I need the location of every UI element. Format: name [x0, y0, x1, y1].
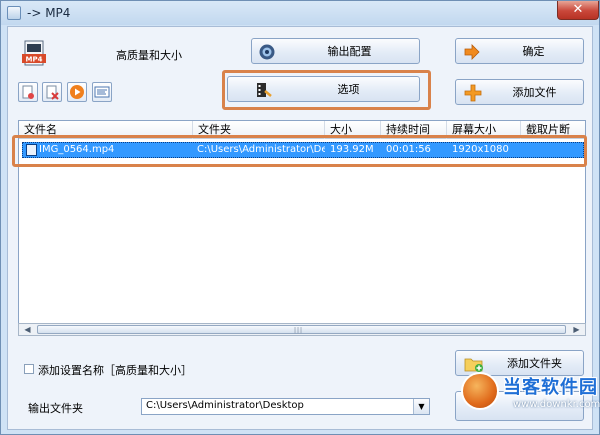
mp4-file-icon: MP4 — [22, 40, 46, 66]
horizontal-scrollbar[interactable]: ◀ ||| ▶ — [18, 323, 586, 336]
ok-label: 确定 — [522, 45, 545, 58]
ok-button[interactable]: 确定 — [455, 38, 584, 64]
watermark-url: www.downkr.com — [513, 399, 600, 410]
output-folder-label: 输出文件夹 — [28, 402, 83, 415]
preset-label: 高质量和大小 — [116, 49, 182, 62]
watermark-logo-icon — [463, 374, 497, 408]
plus-icon — [464, 84, 482, 102]
add-setting-name-label: 添加设置名称［高质量和大小］ — [38, 364, 192, 377]
add-file-label: 添加文件 — [512, 86, 557, 99]
svg-text:MP4: MP4 — [26, 56, 43, 64]
output-config-button[interactable]: 输出配置 — [251, 38, 420, 64]
clear-icon — [46, 85, 59, 100]
grip-icon: ||| — [294, 327, 304, 334]
add-setting-name-checkbox[interactable] — [24, 364, 34, 374]
clear-button[interactable] — [42, 82, 62, 102]
watermark-text: 当客软件园 — [503, 377, 598, 398]
info-icon — [94, 86, 110, 98]
gear-icon — [259, 44, 275, 60]
scroll-thumb[interactable]: ||| — [37, 325, 566, 334]
play-button[interactable] — [67, 82, 87, 102]
app-icon — [7, 6, 21, 20]
remove-icon — [22, 85, 34, 99]
scroll-left-icon[interactable]: ◀ — [20, 324, 35, 335]
add-file-button[interactable]: 添加文件 — [455, 79, 584, 105]
options-highlight-frame — [222, 70, 431, 110]
scroll-right-icon[interactable]: ▶ — [569, 324, 584, 335]
output-config-label: 输出配置 — [327, 45, 372, 58]
arrow-right-icon — [464, 44, 480, 60]
close-button[interactable]: ✕ — [557, 1, 599, 20]
output-folder-value: C:\Users\Administrator\Desktop — [146, 400, 304, 411]
info-button[interactable] — [92, 82, 112, 102]
remove-button[interactable] — [18, 82, 38, 102]
title-bar: -> MP4 ✕ — [1, 1, 599, 25]
watermark: 当客软件园 www.downkr.com — [455, 368, 600, 418]
app-window: -> MP4 ✕ MP4 高质量和大小 输出配置 确定 选项 添加文件 文件名 … — [0, 0, 600, 435]
play-icon — [70, 85, 84, 99]
chevron-down-icon[interactable]: ▼ — [413, 399, 429, 414]
window-title: -> MP4 — [27, 6, 71, 20]
output-folder-select[interactable]: C:\Users\Administrator\Desktop ▼ — [141, 398, 430, 415]
row-highlight-frame — [12, 135, 587, 167]
